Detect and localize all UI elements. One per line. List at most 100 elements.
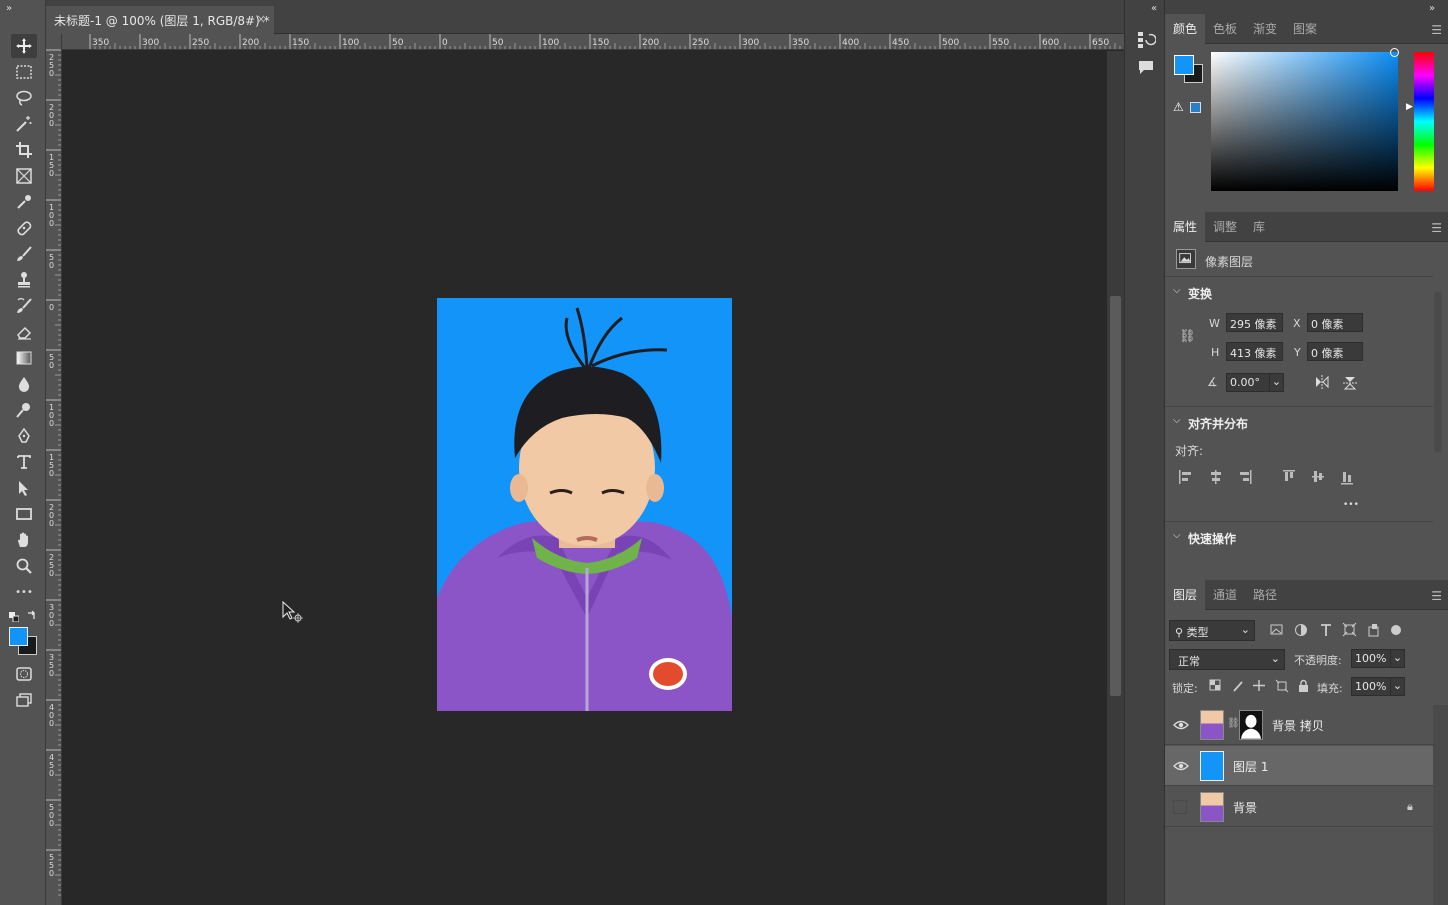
crop-tool-icon[interactable] — [11, 138, 37, 162]
layer-thumbnail[interactable] — [1200, 710, 1224, 740]
minicol-collapse-icon[interactable]: « — [1151, 3, 1157, 14]
quick-mask-icon[interactable] — [11, 662, 37, 686]
layer-row-background[interactable]: 背景 🔒︎ — [1165, 787, 1433, 827]
web-safe-color-icon[interactable] — [1190, 102, 1201, 113]
eraser-tool-icon[interactable] — [11, 320, 37, 344]
layer-name[interactable]: 图层 1 — [1233, 758, 1268, 775]
tab-paths[interactable]: 路径 — [1245, 580, 1285, 610]
angle-field[interactable]: 0.00° — [1226, 373, 1270, 392]
tab-color[interactable]: 颜色 — [1165, 14, 1206, 44]
quick-actions-section-title[interactable]: 快速操作 — [1188, 530, 1236, 547]
layer-mask-thumbnail[interactable] — [1239, 710, 1263, 740]
layer-row-background-copy[interactable]: ⛓ 背景 拷贝 — [1165, 705, 1433, 745]
lasso-tool-icon[interactable] — [11, 86, 37, 110]
opacity-dropdown-icon[interactable]: ⌄ — [1390, 649, 1405, 668]
opacity-field[interactable]: 100% — [1351, 649, 1394, 668]
zoom-tool-icon[interactable] — [11, 554, 37, 578]
document-canvas-image[interactable] — [437, 298, 732, 711]
transform-section-title[interactable]: 变换 — [1188, 285, 1212, 302]
fill-field[interactable]: 100% — [1351, 677, 1394, 696]
rectangle-tool-icon[interactable] — [11, 502, 37, 526]
tab-adjustments[interactable]: 调整 — [1205, 212, 1245, 242]
horizontal-ruler[interactable]: 350 300 250 200 150 100 50 0 50 100 150 200 250 300 35… — [62, 34, 1124, 50]
toolbar-collapse-icon[interactable]: » — [6, 3, 12, 14]
color-panel-menu-icon[interactable]: ☰ — [1431, 23, 1442, 37]
y-position-field[interactable]: 0 像素 — [1307, 342, 1363, 361]
flip-vertical-icon[interactable] — [1343, 375, 1357, 391]
layers-scrollbar[interactable] — [1433, 705, 1448, 905]
tab-channels[interactable]: 通道 — [1205, 580, 1245, 610]
clone-stamp-tool-icon[interactable] — [11, 268, 37, 292]
path-selection-tool-icon[interactable] — [11, 476, 37, 500]
blend-mode-dropdown[interactable]: 正常 ⌄ — [1169, 649, 1285, 670]
document-tab[interactable]: 未标题-1 @ 100% (图层 1, RGB/8#) * × — [46, 6, 274, 34]
foreground-color-swatch[interactable] — [9, 627, 28, 646]
hue-slider[interactable] — [1414, 52, 1434, 191]
layer-filter-dropdown[interactable]: ⚲ 类型 ⌄ — [1169, 620, 1255, 641]
layer-visibility-toggle[interactable] — [1173, 800, 1187, 814]
panel-foreground-swatch[interactable] — [1174, 55, 1194, 75]
layer-visibility-eye-icon[interactable] — [1173, 759, 1189, 773]
align-chevron-icon[interactable]: ⌵ — [1173, 415, 1181, 426]
scrollbar-thumb[interactable] — [1110, 296, 1121, 696]
eyedropper-tool-icon[interactable] — [11, 190, 37, 214]
tab-libraries[interactable]: 库 — [1245, 212, 1273, 242]
angle-dropdown-icon[interactable]: ⌄ — [1269, 373, 1284, 392]
tab-gradients[interactable]: 渐变 — [1245, 14, 1285, 44]
tab-swatches[interactable]: 色板 — [1205, 14, 1245, 44]
type-tool-icon[interactable] — [11, 450, 37, 474]
comments-panel-icon[interactable] — [1136, 58, 1156, 78]
blur-tool-icon[interactable] — [11, 372, 37, 396]
properties-scrollbar[interactable] — [1434, 292, 1442, 452]
swap-colors-icon[interactable] — [26, 610, 37, 621]
ruler-label: 0 — [49, 869, 54, 878]
healing-brush-tool-icon[interactable] — [11, 216, 37, 240]
layers-panel-menu-icon[interactable]: ☰ — [1431, 589, 1442, 603]
layer-thumbnail[interactable] — [1200, 792, 1224, 822]
screen-mode-icon[interactable] — [11, 688, 37, 712]
layer-thumbnail[interactable] — [1200, 751, 1224, 781]
gradient-tool-icon[interactable] — [11, 346, 37, 370]
height-field[interactable]: 413 像素 — [1226, 342, 1283, 361]
lock-options-icons[interactable] — [1209, 679, 1309, 693]
flip-horizontal-icon[interactable] — [1314, 375, 1330, 389]
out-of-gamut-warning-icon[interactable]: ⚠ — [1173, 100, 1184, 114]
magic-wand-tool-icon[interactable] — [11, 112, 37, 136]
quick-actions-chevron-icon[interactable]: ⌵ — [1173, 530, 1181, 541]
transform-chevron-icon[interactable]: ⌵ — [1173, 285, 1181, 296]
brush-tool-icon[interactable] — [11, 242, 37, 266]
close-tab-icon[interactable]: × — [256, 12, 266, 26]
properties-panel-menu-icon[interactable]: ☰ — [1431, 221, 1442, 235]
x-position-field[interactable]: 0 像素 — [1307, 313, 1363, 332]
history-panel-icon[interactable] — [1136, 30, 1157, 50]
hue-slider-arrow-icon[interactable]: ▶ — [1406, 102, 1413, 112]
layer-row-layer-1[interactable]: 图层 1 — [1165, 746, 1433, 786]
color-field[interactable] — [1211, 48, 1399, 191]
frame-tool-icon[interactable] — [11, 164, 37, 188]
tab-properties[interactable]: 属性 — [1165, 212, 1206, 242]
link-dimensions-icon[interactable]: ⛓ — [1179, 329, 1196, 344]
layer-name[interactable]: 背景 — [1233, 799, 1257, 816]
more-align-options-icon[interactable]: ••• — [1343, 500, 1359, 510]
vertical-ruler[interactable]: 2502001501005005010015020025030035040045… — [46, 34, 62, 905]
default-colors-icon[interactable] — [9, 611, 20, 623]
ruler-label: 350 — [792, 38, 809, 48]
fill-dropdown-icon[interactable]: ⌄ — [1390, 677, 1405, 696]
marquee-tool-icon[interactable] — [11, 60, 37, 84]
move-tool-icon[interactable] — [11, 34, 37, 58]
color-field-picker[interactable] — [1390, 48, 1399, 57]
tab-layers[interactable]: 图层 — [1165, 580, 1206, 610]
mask-link-icon[interactable]: ⛓ — [1227, 718, 1240, 729]
align-section-title[interactable]: 对齐并分布 — [1188, 415, 1248, 432]
dodge-tool-icon[interactable] — [11, 398, 37, 422]
dock-collapse-icon[interactable]: » — [1429, 3, 1435, 14]
width-field[interactable]: 295 像素 — [1226, 313, 1283, 332]
hand-tool-icon[interactable] — [11, 528, 37, 552]
tab-patterns[interactable]: 图案 — [1285, 14, 1325, 44]
history-brush-tool-icon[interactable] — [11, 294, 37, 318]
layer-visibility-eye-icon[interactable] — [1173, 718, 1189, 732]
pen-tool-icon[interactable] — [11, 424, 37, 448]
layer-name[interactable]: 背景 拷贝 — [1272, 717, 1324, 734]
vertical-scrollbar[interactable] — [1107, 51, 1124, 905]
edit-toolbar-more-icon[interactable]: ••• — [11, 580, 37, 604]
